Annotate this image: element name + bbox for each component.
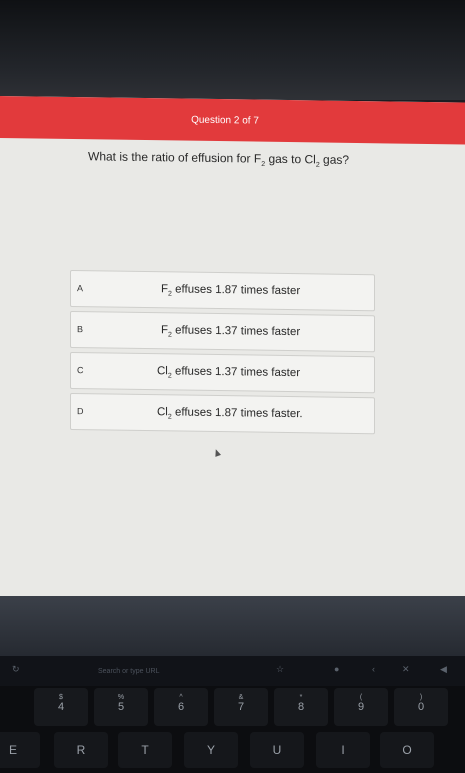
answer-option-c[interactable]: C Cl2 effuses 1.37 times faster: [70, 351, 375, 394]
refresh-icon[interactable]: ↻: [12, 664, 20, 675]
key-symbol: ): [419, 694, 423, 701]
key-number: 7: [237, 701, 245, 713]
option-description: effuses 1.37 times faster: [171, 365, 301, 380]
option-species: Cl: [157, 406, 168, 419]
mouse-cursor-icon: [212, 448, 222, 457]
key-symbol: *: [299, 694, 303, 701]
key-9[interactable]: (9: [334, 688, 388, 726]
key-5[interactable]: % 5: [94, 688, 148, 726]
touch-bar: [0, 656, 465, 686]
key-o[interactable]: O: [380, 732, 434, 768]
key-number: 0: [417, 701, 425, 713]
key-number: 9: [357, 701, 365, 713]
option-text: F2 effuses 1.37 times faster: [161, 324, 300, 340]
key-7[interactable]: & 7: [214, 688, 268, 726]
option-description: effuses 1.87 times faster.: [171, 406, 303, 421]
option-species: F: [161, 283, 169, 296]
option-text: Cl2 effuses 1.87 times faster.: [157, 406, 303, 422]
option-text: F2 effuses 1.87 times faster: [161, 283, 300, 299]
keyboard: $4 % 5 ^ 6 & 7 * 8 (9 ) 0 E R T Y U I O: [0, 686, 465, 773]
key-e[interactable]: E: [0, 732, 40, 768]
option-description: effuses 1.37 times faster: [171, 324, 301, 339]
key-i[interactable]: I: [316, 732, 370, 768]
chevron-left-icon[interactable]: ‹: [372, 664, 375, 674]
screen-bezel: [0, 0, 465, 100]
screen-bottom-edge: [0, 596, 465, 656]
key-symbol: (: [359, 694, 363, 701]
answer-option-a[interactable]: A F2 effuses 1.87 times faster: [70, 269, 375, 312]
option-letter: A: [77, 283, 84, 294]
question-middle: gas to Cl: [265, 151, 316, 167]
key-symbol: %: [117, 694, 125, 701]
option-text: Cl2 effuses 1.37 times faster: [157, 365, 300, 381]
option-letter: C: [77, 365, 84, 376]
key-symbol: ^: [179, 694, 183, 701]
brightness-icon[interactable]: ●: [334, 664, 339, 674]
star-icon[interactable]: ☆: [276, 664, 284, 675]
key-number: 5: [117, 701, 125, 713]
touchbar-search-field[interactable]: Search or type URL: [98, 668, 159, 675]
option-letter: B: [77, 324, 84, 335]
option-description: effuses 1.87 times faster: [171, 283, 301, 298]
answer-option-d[interactable]: D Cl2 effuses 1.87 times faster.: [70, 392, 375, 435]
answer-option-b[interactable]: B F2 effuses 1.37 times faster: [70, 310, 375, 353]
quiz-screen: Question 2 of 7 What is the ratio of eff…: [0, 96, 465, 608]
question-text: What is the ratio of effusion for F2 gas…: [88, 149, 349, 169]
answer-options: A F2 effuses 1.87 times faster B F2 effu…: [70, 269, 375, 438]
option-species: F: [161, 324, 169, 337]
key-symbol: &: [238, 694, 244, 701]
key-number: 4: [57, 701, 65, 713]
option-species: Cl: [157, 365, 168, 378]
key-8[interactable]: * 8: [274, 688, 328, 726]
key-number: 8: [297, 701, 305, 713]
key-0[interactable]: ) 0: [394, 688, 448, 726]
key-4[interactable]: $4: [34, 688, 88, 726]
key-symbol: $: [59, 694, 63, 701]
key-u[interactable]: U: [250, 732, 304, 768]
key-t[interactable]: T: [118, 732, 172, 768]
mute-icon[interactable]: ✕: [402, 664, 410, 675]
option-letter: D: [77, 406, 84, 417]
key-y[interactable]: Y: [184, 732, 238, 768]
key-r[interactable]: R: [54, 732, 108, 768]
key-number: 6: [177, 701, 185, 713]
question-suffix: gas?: [319, 152, 350, 167]
question-prefix: What is the ratio of effusion for F: [88, 149, 262, 166]
volume-icon[interactable]: ◀: [440, 664, 447, 675]
key-6[interactable]: ^ 6: [154, 688, 208, 726]
